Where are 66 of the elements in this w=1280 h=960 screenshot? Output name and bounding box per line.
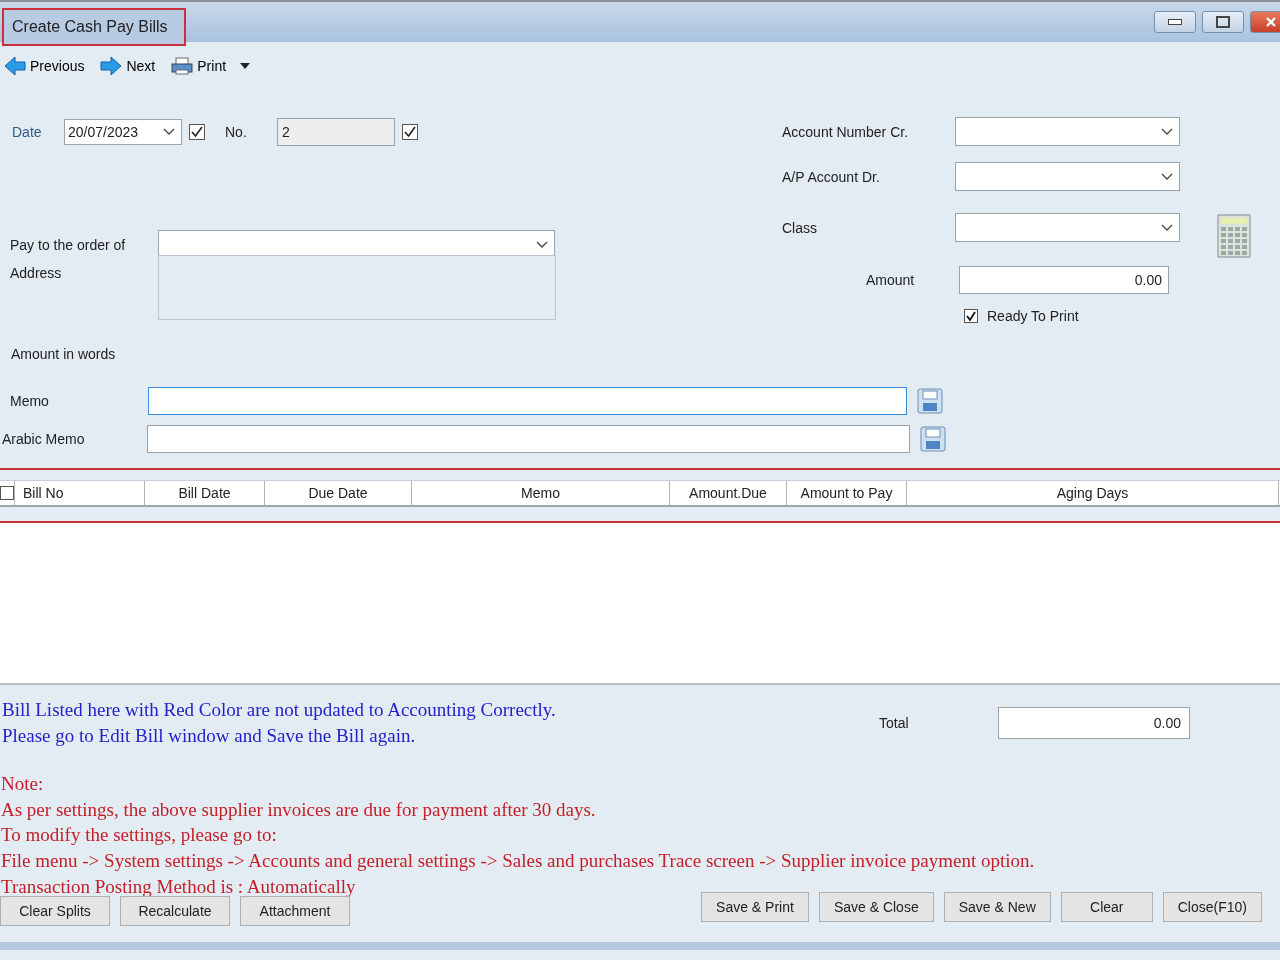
amount-field[interactable]: 0.00 [959,266,1169,294]
column-header[interactable]: Memo [412,481,670,505]
address-label: Address [10,265,63,281]
account-number-label: Account Number Cr. [781,123,910,140]
previous-button[interactable]: Previous [4,54,89,78]
column-header[interactable]: Bill No [14,481,145,505]
number-label: No. [225,124,248,140]
print-button[interactable]: Print [171,54,255,78]
amount-in-words-label: Amount in words [10,346,117,362]
ready-to-print-label: Ready To Print [987,308,1079,324]
minimize-button[interactable] [1154,11,1196,33]
chevron-down-icon [1161,223,1173,232]
column-header[interactable]: Aging Days [907,481,1279,505]
note-text: As per settings, the above supplier invoices are due for payment after 30 days. [1,797,597,822]
total-field: 0.00 [998,707,1190,739]
memo-field[interactable] [148,387,907,415]
ap-account-label: A/P Account Dr. [781,168,881,185]
column-header[interactable]: Bill Date [145,481,265,505]
right-arrow-icon [100,56,123,76]
action-button[interactable]: Close(F10) [1162,891,1262,922]
arabic-memo-field[interactable] [147,425,910,453]
note-text: Note: [1,772,45,796]
ap-account-dropdown[interactable] [955,162,1180,191]
chevron-down-icon [1161,172,1173,181]
class-dropdown[interactable] [955,213,1180,242]
warning-message: Please go to Edit Bill window and Save the Bill again. [2,724,417,748]
column-header[interactable]: Amount to Pay [787,481,907,505]
date-label: Date [12,124,43,140]
class-label: Class [781,219,818,236]
chevron-down-icon [1161,127,1173,136]
action-button[interactable]: Recalculate [120,895,230,926]
arabic-memo-label: Arabic Memo [1,431,86,447]
date-picker[interactable]: 20/07/2023 [64,119,182,145]
address-field[interactable] [158,255,556,320]
account-number-dropdown[interactable] [955,117,1180,146]
warning-message: Bill Listed here with Red Color are not updated to Accounting Correctly. [2,698,556,722]
memo-label: Memo [9,393,50,409]
close-icon [1265,16,1277,28]
total-label: Total [879,715,910,731]
action-button[interactable]: Save & Print [701,891,809,922]
date-checkbox[interactable] [189,124,205,140]
maximize-button[interactable] [1202,11,1244,33]
amount-label: Amount [865,272,916,288]
ready-to-print-checkbox[interactable] [964,309,978,323]
close-button[interactable] [1250,11,1280,33]
action-button[interactable]: Attachment [240,895,350,926]
action-button[interactable]: Clear [1060,891,1153,922]
action-button[interactable]: Clear Splits [0,895,110,926]
action-button[interactable]: Save & New [943,891,1051,922]
chevron-down-icon [163,128,175,136]
printer-icon [171,56,194,76]
pay-to-label: Pay to the order of [10,236,127,253]
calculator-icon[interactable] [1217,214,1251,258]
window-title[interactable]: Create Cash Pay Bills [2,8,186,46]
caret-icon [240,63,251,69]
chevron-down-icon [536,240,548,249]
action-button[interactable]: Save & Close [818,891,934,922]
left-arrow-icon [4,56,26,76]
column-header[interactable]: Amount.Due [670,481,787,505]
column-header[interactable]: Due Date [265,481,412,505]
next-button[interactable]: Next [100,54,160,78]
note-text: To modify the settings, please go to: [1,823,278,848]
number-field[interactable]: 2 [277,118,395,146]
note-text: File menu -> System settings -> Accounts and general settings -> Sales and purchases Trace screen -> Supplier invoice payment option. [1,849,1036,874]
select-all-checkbox[interactable] [0,486,14,500]
number-checkbox[interactable] [402,124,418,140]
